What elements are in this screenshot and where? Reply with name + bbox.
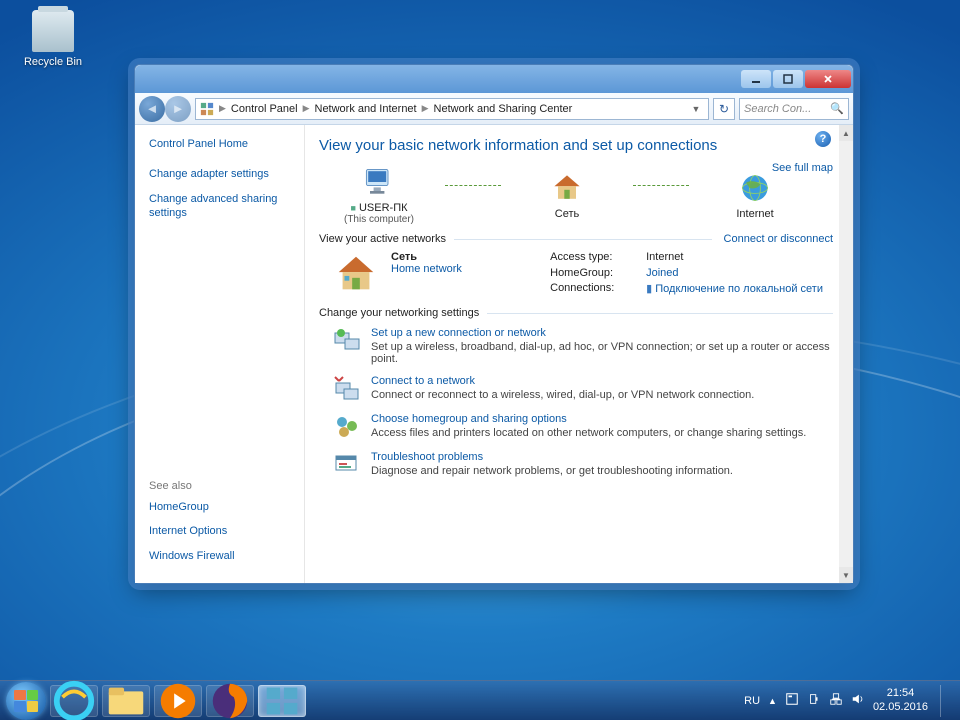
active-networks-header: View your active networks [319, 233, 446, 245]
connections-label: Connections: [550, 282, 640, 297]
search-icon: 🔍 [830, 102, 844, 115]
house-network-icon [549, 170, 585, 206]
sidebar-seealso-homegroup[interactable]: HomeGroup [149, 500, 294, 514]
map-connection-line [633, 185, 689, 186]
network-tray-icon[interactable] [829, 692, 843, 709]
task-connect-network[interactable]: Connect to a network Connect or reconnec… [333, 375, 833, 403]
start-button[interactable] [6, 682, 46, 720]
action-center-icon[interactable] [785, 692, 799, 709]
show-desktop-button[interactable] [940, 685, 950, 717]
language-indicator[interactable]: RU [744, 695, 760, 707]
change-settings-header: Change your networking settings [319, 307, 479, 319]
homegroup-label: HomeGroup: [550, 267, 640, 281]
task-homegroup-sharing[interactable]: Choose homegroup and sharing options Acc… [333, 413, 833, 441]
desktop-icon-recycle-bin[interactable]: Recycle Bin [18, 10, 88, 68]
home-network-icon [333, 251, 379, 297]
address-bar[interactable]: ▶ Control Panel ▶ Network and Internet ▶… [195, 98, 709, 120]
map-node-sublabel: (This computer) [319, 214, 439, 225]
map-node-label: Сеть [507, 208, 627, 220]
task-troubleshoot[interactable]: Troubleshoot problems Diagnose and repai… [333, 451, 833, 479]
ethernet-icon: ▮ [646, 283, 652, 295]
task-setup-connection[interactable]: Set up a new connection or network Set u… [333, 327, 833, 365]
page-title: View your basic network information and … [319, 137, 833, 154]
desktop-icon-label: Recycle Bin [24, 56, 82, 68]
connect-disconnect-link[interactable]: Connect or disconnect [712, 233, 833, 245]
computer-icon [361, 164, 397, 200]
clock[interactable]: 21:54 02.05.2016 [873, 687, 928, 713]
system-tray: RU ▲ 21:54 02.05.2016 [744, 685, 954, 717]
homegroup-icon [333, 413, 361, 441]
close-button[interactable] [805, 70, 851, 88]
task-title[interactable]: Connect to a network [371, 375, 754, 387]
map-node-network[interactable]: Сеть [507, 170, 627, 220]
task-title[interactable]: Set up a new connection or network [371, 327, 833, 339]
scroll-up-icon[interactable]: ▲ [839, 125, 853, 141]
globe-internet-icon [737, 170, 773, 206]
task-desc: Connect or reconnect to a wireless, wire… [371, 389, 754, 401]
scroll-down-icon[interactable]: ▼ [839, 567, 853, 583]
volume-icon[interactable] [851, 692, 865, 709]
address-dropdown-icon[interactable]: ▼ [688, 104, 704, 114]
tray-chevron-up-icon[interactable]: ▲ [768, 696, 777, 706]
see-also-header: See also [149, 480, 294, 492]
setup-connection-icon [333, 327, 361, 355]
sidebar-seealso-internet-options[interactable]: Internet Options [149, 524, 294, 538]
power-icon[interactable] [807, 692, 821, 709]
task-title[interactable]: Troubleshoot problems [371, 451, 733, 463]
network-map: See full map ■ USER-ПК (This computer) С… [319, 164, 833, 225]
task-desc: Diagnose and repair network problems, or… [371, 465, 733, 477]
network-name: Сеть [391, 251, 511, 263]
homegroup-value-link[interactable]: Joined [646, 267, 823, 281]
map-node-internet[interactable]: Internet [695, 170, 815, 220]
breadcrumb-item[interactable]: Network and Internet [315, 103, 417, 115]
breadcrumb-item[interactable]: Network and Sharing Center [434, 103, 573, 115]
task-desc: Access files and printers located on oth… [371, 427, 806, 439]
see-full-map-link[interactable]: See full map [772, 162, 833, 174]
chevron-right-icon[interactable]: ▶ [419, 103, 432, 114]
clock-date: 02.05.2016 [873, 701, 928, 714]
map-node-label: ■ USER-ПК [319, 202, 439, 214]
navigation-bar: ◄ ► ▶ Control Panel ▶ Network and Intern… [135, 93, 853, 125]
scrollbar[interactable]: ▲ ▼ [839, 125, 853, 583]
sidebar-link-adapter-settings[interactable]: Change adapter settings [149, 167, 294, 181]
minimize-button[interactable] [741, 70, 771, 88]
taskbar: RU ▲ 21:54 02.05.2016 [0, 680, 960, 720]
taskbar-control-panel-button[interactable] [258, 685, 306, 717]
connection-link[interactable]: ▮ Подключение по локальной сети [646, 282, 823, 297]
control-panel-window: ◄ ► ▶ Control Panel ▶ Network and Intern… [134, 64, 854, 584]
forward-button[interactable]: ► [165, 96, 191, 122]
chevron-right-icon[interactable]: ▶ [216, 103, 229, 114]
taskbar-ie-button[interactable] [50, 685, 98, 717]
map-node-this-computer[interactable]: ■ USER-ПК (This computer) [319, 164, 439, 225]
breadcrumb-item[interactable]: Control Panel [231, 103, 298, 115]
back-button[interactable]: ◄ [139, 96, 165, 122]
window-titlebar[interactable] [135, 65, 853, 93]
recycle-bin-icon [32, 10, 74, 52]
chevron-right-icon[interactable]: ▶ [300, 103, 313, 114]
task-desc: Set up a wireless, broadband, dial-up, a… [371, 341, 833, 365]
windows-logo-icon [14, 690, 38, 712]
taskbar-media-player-button[interactable] [154, 685, 202, 717]
taskbar-firefox-button[interactable] [206, 685, 254, 717]
connect-network-icon [333, 375, 361, 403]
taskbar-explorer-button[interactable] [102, 685, 150, 717]
control-panel-icon [200, 102, 214, 116]
sidebar-link-advanced-sharing[interactable]: Change advanced sharing settings [149, 192, 294, 221]
access-type-value: Internet [646, 251, 823, 265]
map-node-label: Internet [695, 208, 815, 220]
content-area: ? ▲ ▼ View your basic network informatio… [305, 125, 853, 583]
search-input[interactable]: Search Con... 🔍 [739, 98, 849, 120]
map-connection-line [445, 185, 501, 186]
clock-time: 21:54 [873, 687, 928, 700]
access-type-label: Access type: [550, 251, 640, 265]
search-placeholder: Search Con... [744, 103, 811, 115]
sidebar-seealso-windows-firewall[interactable]: Windows Firewall [149, 549, 294, 563]
sidebar-home-link[interactable]: Control Panel Home [149, 137, 294, 151]
network-type-link[interactable]: Home network [391, 263, 462, 275]
task-title[interactable]: Choose homegroup and sharing options [371, 413, 806, 425]
maximize-button[interactable] [773, 70, 803, 88]
sidebar: Control Panel Home Change adapter settin… [135, 125, 305, 583]
refresh-button[interactable]: ↻ [713, 98, 735, 120]
troubleshoot-icon [333, 451, 361, 479]
